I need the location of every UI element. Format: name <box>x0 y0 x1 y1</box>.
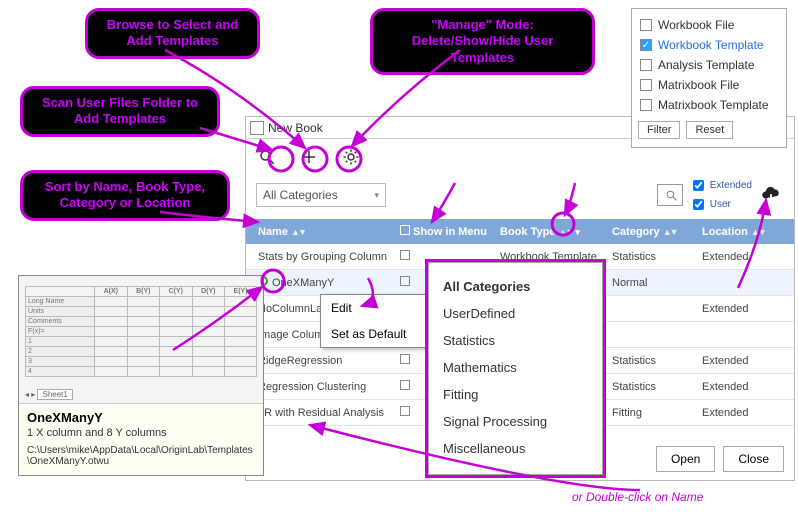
category-option[interactable]: Signal Processing <box>429 408 602 435</box>
category-option[interactable]: Statistics <box>429 327 602 354</box>
col-name-header[interactable]: Name ▲▼ <box>250 226 400 238</box>
source-flags: Extended User <box>689 177 752 213</box>
show-in-menu-checkbox[interactable] <box>400 276 410 286</box>
filter-option[interactable]: Matrixbook Template <box>638 95 780 115</box>
open-button[interactable]: Open <box>656 446 715 472</box>
row-name: Regression Clustering <box>258 381 366 393</box>
row-context-menu: Edit Set as Default <box>320 294 435 348</box>
row-loc: Extended <box>702 381 782 393</box>
filter-option-label: Analysis Template <box>658 58 755 72</box>
plus-icon <box>300 148 318 166</box>
category-option[interactable]: Mathematics <box>429 354 602 381</box>
preview-path: C:\Users\mike\AppData\Local\OriginLab\Te… <box>19 445 263 467</box>
category-option[interactable]: UserDefined <box>429 300 602 327</box>
category-option[interactable]: All Categories <box>429 273 602 300</box>
booktype-filter-popover: Workbook File ✓ Workbook Template Analysis … <box>631 8 787 148</box>
ctx-edit[interactable]: Edit <box>321 295 434 321</box>
category-option[interactable]: Miscellaneous <box>429 435 602 462</box>
app-icon <box>250 121 264 135</box>
col-type-header[interactable]: Book Type ▲▼ ▾ <box>500 226 612 238</box>
row-name: Image Column <box>258 329 330 341</box>
template-preview-tooltip: A(X)B(Y)C(Y)D(Y)E(Y)Long NameUnitsCommen… <box>18 275 264 476</box>
col-cat-header[interactable]: Category ▲▼ <box>612 226 702 238</box>
ctx-set-default[interactable]: Set as Default <box>321 321 434 347</box>
filter-apply-button[interactable]: Filter <box>638 121 680 139</box>
show-in-menu-checkbox[interactable] <box>400 354 410 364</box>
close-button[interactable]: Close <box>723 446 784 472</box>
col-show-header[interactable]: Show in Menu <box>400 225 500 238</box>
row-cat: Statistics <box>612 381 702 393</box>
search-input[interactable] <box>657 184 683 206</box>
row-name: LR with Residual Analysis <box>258 407 384 419</box>
filter-option[interactable]: Analysis Template <box>638 55 780 75</box>
row-loc: Extended <box>702 251 782 263</box>
checkbox-icon <box>640 99 652 111</box>
cloud-download-icon <box>760 184 782 206</box>
flag-extended[interactable]: Extended <box>689 177 752 194</box>
manage-button[interactable] <box>338 144 364 173</box>
checkbox-icon <box>640 79 652 91</box>
row-name: Stats by Grouping Column <box>258 251 387 263</box>
template-center-button[interactable] <box>758 182 784 208</box>
show-in-menu-checkbox[interactable] <box>400 406 410 416</box>
search-icon <box>665 189 678 202</box>
row-type: Workbook Template <box>500 251 612 263</box>
filter-row: All Categories ▾ Extended User <box>246 177 794 219</box>
window-title: New Book <box>268 121 323 135</box>
row-loc: Extended <box>702 355 782 367</box>
magnifier-icon <box>258 148 276 166</box>
row-loc: Extended <box>702 303 782 315</box>
show-in-menu-checkbox[interactable] <box>400 250 410 260</box>
row-name: RidgeRegression <box>258 355 342 367</box>
show-in-menu-checkbox[interactable] <box>400 380 410 390</box>
callout-browse: Browse to Select and Add Templates <box>85 8 260 59</box>
filter-option[interactable]: ✓ Workbook Template <box>638 35 780 55</box>
row-cat: Statistics <box>612 355 702 367</box>
callout-browse-text: Browse to Select and Add Templates <box>107 17 238 48</box>
row-loc: Extended <box>702 407 782 419</box>
preview-image: A(X)B(Y)C(Y)D(Y)E(Y)Long NameUnitsCommen… <box>19 276 263 404</box>
callout-manage: "Manage" Mode: Delete/Show/Hide User Tem… <box>370 8 595 75</box>
category-popover: All CategoriesUserDefinedStatisticsMathe… <box>428 262 603 475</box>
flag-user[interactable]: User <box>689 196 752 213</box>
row-cat: Statistics <box>612 251 702 263</box>
annotation-dblclick: or Double-click on Name <box>572 490 703 504</box>
callout-sort: Sort by Name, Book Type, Category or Loc… <box>20 170 230 221</box>
scan-button[interactable] <box>254 144 280 173</box>
callout-scan: Scan User Files Folder to Add Templates <box>20 86 220 137</box>
callout-manage-text: "Manage" Mode: Delete/Show/Hide User Tem… <box>412 17 554 65</box>
checkbox-icon <box>640 59 652 71</box>
preview-sheet-tab: Sheet1 <box>37 389 72 400</box>
callout-scan-text: Scan User Files Folder to Add Templates <box>42 95 198 126</box>
row-name: OneXManyY <box>272 277 334 289</box>
filter-option-label: Workbook Template <box>658 38 764 52</box>
callout-sort-text: Sort by Name, Book Type, Category or Loc… <box>45 179 205 210</box>
preview-name: OneXManyY <box>19 404 263 427</box>
table-header: Name ▲▼ Show in Menu Book Type ▲▼ ▾ Cate… <box>246 219 794 244</box>
filter-option[interactable]: Workbook File <box>638 15 780 35</box>
row-cat: Fitting <box>612 407 702 419</box>
category-select[interactable]: All Categories ▾ <box>256 183 386 207</box>
category-select-value: All Categories <box>263 188 338 202</box>
gear-icon <box>342 148 360 166</box>
footer-buttons: Open Close <box>656 446 784 472</box>
filter-option-label: Matrixbook File <box>658 78 739 92</box>
filter-option-label: Workbook File <box>658 18 734 32</box>
filter-option-label: Matrixbook Template <box>658 98 769 112</box>
add-button[interactable] <box>296 144 322 173</box>
preview-desc: 1 X column and 8 Y columns <box>19 427 263 445</box>
filter-reset-button[interactable]: Reset <box>686 121 733 139</box>
filter-option[interactable]: Matrixbook File <box>638 75 780 95</box>
category-option[interactable]: Fitting <box>429 381 602 408</box>
checkbox-icon <box>640 19 652 31</box>
row-cat: Normal <box>612 277 702 289</box>
col-loc-header[interactable]: Location ▲▼ <box>702 226 782 238</box>
chevron-down-icon: ▾ <box>374 190 379 201</box>
checkbox-icon: ✓ <box>640 39 652 51</box>
